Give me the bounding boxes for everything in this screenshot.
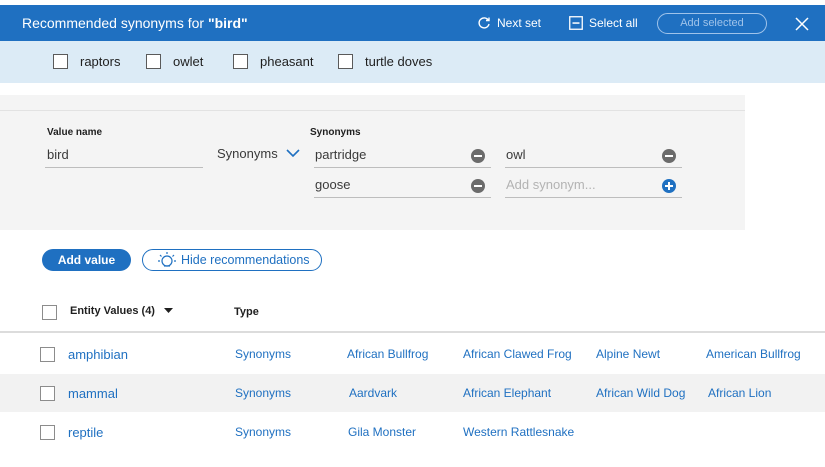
hide-recommendations-label: Hide recommendations bbox=[181, 253, 310, 267]
synonym-link[interactable]: African Wild Dog bbox=[596, 386, 685, 400]
synonym-link[interactable]: African Clawed Frog bbox=[463, 347, 572, 361]
add-synonym-input[interactable]: Add synonym... bbox=[505, 174, 682, 198]
add-selected-button[interactable]: Add selected bbox=[657, 13, 767, 34]
type-header: Type bbox=[234, 306, 259, 318]
type-dropdown[interactable]: Synonyms bbox=[217, 146, 300, 161]
entity-value-link[interactable]: mammal bbox=[68, 386, 118, 401]
lightbulb-icon bbox=[158, 252, 176, 267]
add-circle-icon[interactable] bbox=[662, 179, 676, 193]
table-row: mammal Synonyms Aardvark African Elephan… bbox=[0, 374, 825, 412]
synonym-link[interactable]: Aardvark bbox=[349, 386, 397, 400]
synonym-link[interactable]: American Bullfrog bbox=[706, 347, 801, 361]
recommendation-option[interactable]: raptors bbox=[53, 54, 120, 69]
select-all-button[interactable]: Select all bbox=[569, 16, 638, 30]
value-type: Synonyms bbox=[235, 386, 292, 400]
value-name-label: Value name bbox=[47, 127, 103, 138]
synonym-link[interactable]: African Bullfrog bbox=[347, 347, 428, 361]
select-all-checkbox-icon bbox=[569, 16, 583, 30]
synonym-link[interactable]: African Elephant bbox=[463, 386, 551, 400]
recommendation-checkbox[interactable] bbox=[338, 54, 353, 69]
recommendation-option[interactable]: turtle doves bbox=[338, 54, 432, 69]
recommendation-checkbox[interactable] bbox=[146, 54, 161, 69]
synonym-link[interactable]: Western Rattlesnake bbox=[463, 425, 574, 439]
value-type: Synonyms bbox=[235, 347, 292, 361]
synonym-link[interactable]: African Lion bbox=[708, 386, 771, 400]
recommendation-title-prefix: Recommended synonyms for bbox=[22, 15, 208, 31]
next-set-label: Next set bbox=[497, 16, 542, 30]
close-icon[interactable] bbox=[794, 16, 810, 32]
recommendation-option[interactable]: pheasant bbox=[233, 54, 314, 69]
synonym-link[interactable]: Gila Monster bbox=[348, 425, 416, 439]
recommendation-label: raptors bbox=[80, 54, 121, 69]
next-set-button[interactable]: Next set bbox=[477, 16, 541, 30]
chevron-down-icon bbox=[286, 149, 300, 158]
synonym-link[interactable]: Alpine Newt bbox=[596, 347, 660, 361]
remove-circle-icon[interactable] bbox=[471, 179, 485, 193]
recommendation-label: turtle doves bbox=[365, 54, 433, 69]
add-value-button[interactable]: Add value bbox=[42, 249, 131, 271]
row-checkbox[interactable] bbox=[40, 386, 55, 401]
entity-value-link[interactable]: reptile bbox=[68, 425, 103, 440]
recommendation-list: raptors owlet pheasant turtle doves bbox=[0, 41, 825, 83]
remove-circle-icon[interactable] bbox=[662, 149, 676, 163]
table-row: reptile Synonyms Gila Monster Western Ra… bbox=[0, 413, 825, 451]
value-name-input[interactable]: bird bbox=[45, 144, 203, 168]
row-checkbox[interactable] bbox=[40, 347, 55, 362]
editor-divider bbox=[0, 110, 745, 111]
remove-circle-icon[interactable] bbox=[471, 149, 485, 163]
row-checkbox[interactable] bbox=[40, 425, 55, 440]
synonyms-label: Synonyms bbox=[310, 127, 361, 138]
recommendation-banner: Recommended synonyms for "bird" Next set… bbox=[0, 5, 825, 41]
recommendation-option[interactable]: owlet bbox=[146, 54, 203, 69]
table-header: Entity Values (4) Type bbox=[0, 287, 825, 333]
add-synonym-placeholder: Add synonym... bbox=[506, 177, 596, 192]
hide-recommendations-button[interactable]: Hide recommendations bbox=[142, 249, 322, 271]
select-all-label: Select all bbox=[589, 16, 638, 30]
recommendation-label: pheasant bbox=[260, 54, 314, 69]
entity-values-header[interactable]: Entity Values (4) bbox=[70, 305, 173, 317]
recommendation-checkbox[interactable] bbox=[233, 54, 248, 69]
select-all-rows-checkbox[interactable] bbox=[42, 305, 57, 320]
refresh-icon bbox=[478, 17, 490, 29]
recommendation-title: Recommended synonyms for "bird" bbox=[22, 15, 248, 31]
recommendation-term: "bird" bbox=[207, 15, 248, 31]
synonym-value: goose bbox=[315, 177, 351, 192]
entity-value-link[interactable]: amphibian bbox=[68, 347, 128, 362]
synonym-value: partridge bbox=[315, 147, 367, 162]
table-row: amphibian Synonyms African Bullfrog Afri… bbox=[0, 335, 825, 373]
synonym-field[interactable]: partridge bbox=[314, 144, 491, 168]
sort-down-icon bbox=[163, 308, 173, 313]
synonym-field[interactable]: goose bbox=[314, 174, 491, 198]
value-type: Synonyms bbox=[235, 425, 292, 439]
synonym-value: owl bbox=[506, 147, 526, 162]
type-dropdown-value: Synonyms bbox=[217, 146, 278, 161]
entity-values-header-label: Entity Values (4) bbox=[70, 305, 155, 317]
recommendation-label: owlet bbox=[173, 54, 204, 69]
recommendation-checkbox[interactable] bbox=[53, 54, 68, 69]
synonym-field[interactable]: owl bbox=[505, 144, 682, 168]
